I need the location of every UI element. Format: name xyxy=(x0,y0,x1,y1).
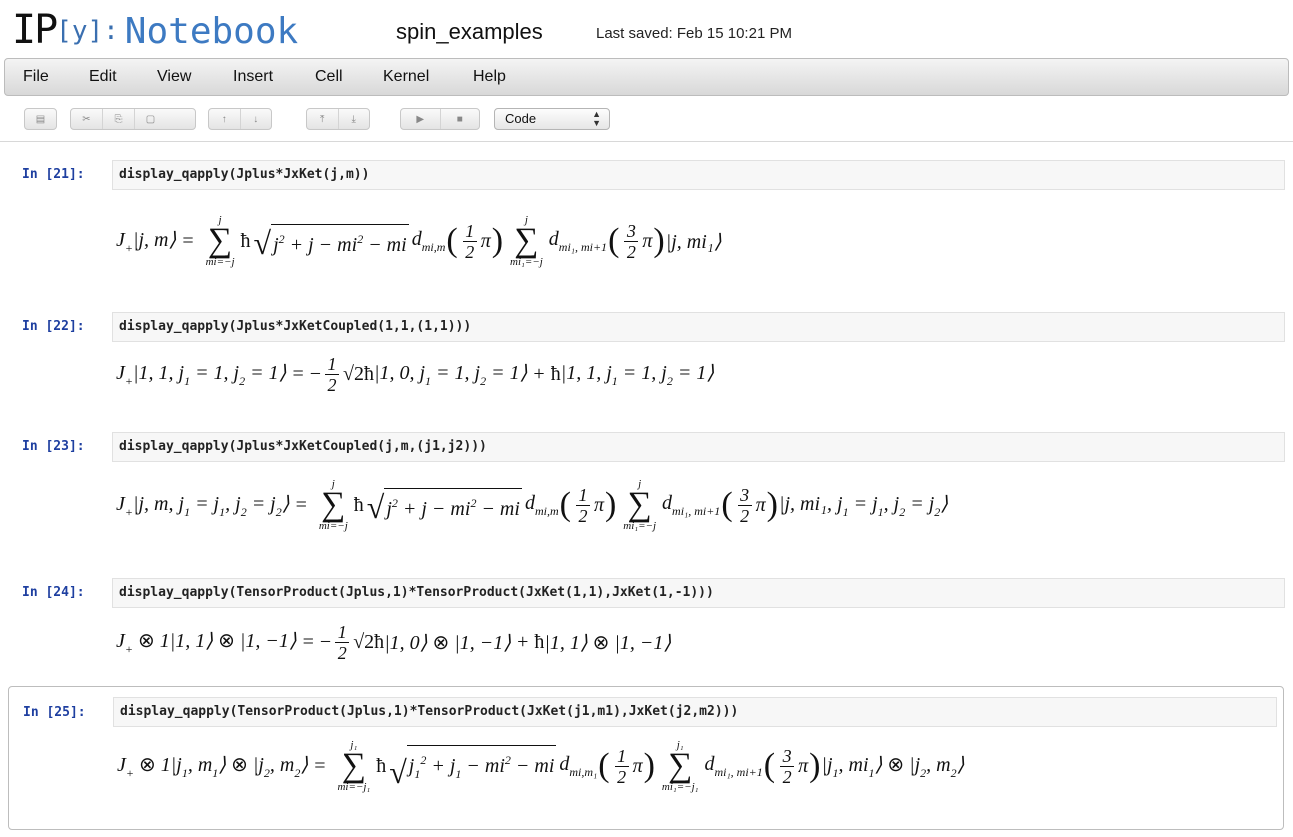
header-divider xyxy=(0,141,1293,142)
code-cell[interactable]: In [22]: display_qapply(Jplus*JxKetCoupl… xyxy=(0,308,1293,428)
updown-arrows-icon: ▲ ▼ xyxy=(592,109,601,128)
notebook-name[interactable]: spin_examples xyxy=(396,19,543,45)
move-down-icon[interactable]: ↓ xyxy=(241,109,272,129)
move-up-icon[interactable]: ↑ xyxy=(209,109,241,129)
cell-code: display_qapply(TensorProduct(Jplus,1)*Te… xyxy=(119,585,714,600)
menu-view[interactable]: View xyxy=(157,68,191,86)
cell-prompt: In [22]: xyxy=(22,319,85,334)
cell-prompt: In [23]: xyxy=(22,439,85,454)
logo-y: [y]: xyxy=(56,16,119,46)
cell-type-select[interactable]: Code ▲ ▼ xyxy=(494,108,610,130)
cell-output: J+|1, 1, j1 = 1, j2 = 1⟩ = − 12 √2ħ |1, … xyxy=(116,354,715,395)
cell-code: display_qapply(Jplus*JxKet(j,m)) xyxy=(119,167,370,182)
cell-output: J+ ⊗ 1|1, 1⟩ ⊗ |1, −1⟩ = − 12 √2ħ |1, 0⟩… xyxy=(116,622,672,663)
run-icon[interactable]: ▶ xyxy=(401,109,441,129)
ipython-logo[interactable]: IP[y]: Notebook xyxy=(12,8,298,54)
toolbar: ▤ ✂ ⎘ ▢ ↑ ↓ ⤒ ⤓ ▶ ■ xyxy=(0,100,1293,140)
notebook-header: IP[y]: Notebook spin_examples Last saved:… xyxy=(0,0,1293,58)
menu-cell[interactable]: Cell xyxy=(315,68,343,86)
cut-icon[interactable]: ✂ xyxy=(71,109,103,129)
cell-input[interactable]: display_qapply(Jplus*JxKetCoupled(j,m,(j… xyxy=(112,432,1285,462)
logo-ip: IP xyxy=(12,7,58,53)
cell-output: J+|j, m⟩ = j ∑ mi=−j ħ √ j2 + j − mi2 − mi … xyxy=(116,214,722,268)
toolbar-group-save: ▤ xyxy=(24,108,57,130)
save-icon[interactable]: ▤ xyxy=(25,109,56,129)
menu-file[interactable]: File xyxy=(23,68,49,86)
cell-output: J+|j, m, j1 = j1, j2 = j2⟩ = j ∑ mi=−j ħ √… xyxy=(116,478,949,532)
logo-notebook: Notebook xyxy=(124,11,299,52)
cell-type-value: Code xyxy=(505,111,537,126)
menu-insert[interactable]: Insert xyxy=(233,68,273,86)
code-cell[interactable]: In [21]: display_qapply(Jplus*JxKet(j,m)… xyxy=(0,156,1293,298)
cell-prompt: In [25]: xyxy=(23,705,86,720)
paste-icon[interactable]: ▢ xyxy=(135,109,166,129)
toolbar-group-run: ▶ ■ xyxy=(400,108,480,130)
cell-code: display_qapply(Jplus*JxKetCoupled(1,1,(1… xyxy=(119,319,472,334)
menu-help[interactable]: Help xyxy=(473,68,506,86)
menu-kernel[interactable]: Kernel xyxy=(383,68,429,86)
stop-icon[interactable]: ■ xyxy=(441,109,480,129)
code-cell-selected[interactable]: In [25]: display_qapply(TensorProduct(Jp… xyxy=(8,686,1284,830)
cell-input[interactable]: display_qapply(TensorProduct(Jplus,1)*Te… xyxy=(112,578,1285,608)
cell-code: display_qapply(Jplus*JxKetCoupled(j,m,(j… xyxy=(119,439,487,454)
cell-prompt: In [24]: xyxy=(22,585,85,600)
cell-prompt: In [21]: xyxy=(22,167,85,182)
toolbar-group-move: ↑ ↓ xyxy=(208,108,272,130)
insert-below-icon[interactable]: ⤓ xyxy=(339,109,370,129)
insert-above-icon[interactable]: ⤒ xyxy=(307,109,339,129)
cell-input[interactable]: display_qapply(Jplus*JxKet(j,m)) xyxy=(112,160,1285,190)
copy-icon[interactable]: ⎘ xyxy=(103,109,135,129)
code-cell[interactable]: In [23]: display_qapply(Jplus*JxKetCoupl… xyxy=(0,428,1293,578)
toolbar-group-edit: ✂ ⎘ ▢ xyxy=(70,108,196,130)
cell-input[interactable]: display_qapply(Jplus*JxKetCoupled(1,1,(1… xyxy=(112,312,1285,342)
menubar: File Edit View Insert Cell Kernel Help xyxy=(4,58,1289,96)
last-saved-status: Last saved: Feb 15 10:21 PM xyxy=(596,25,792,42)
menu-edit[interactable]: Edit xyxy=(89,68,117,86)
cell-output: J+ ⊗ 1|j1, m1⟩ ⊗ |j2, m2⟩ = j₁ ∑ mi=−j₁ ħ … xyxy=(117,739,965,793)
toolbar-group-insert: ⤒ ⤓ xyxy=(306,108,370,130)
cell-input[interactable]: display_qapply(TensorProduct(Jplus,1)*Te… xyxy=(113,697,1277,727)
code-cell[interactable]: In [24]: display_qapply(TensorProduct(Jp… xyxy=(0,578,1293,682)
cell-code: display_qapply(TensorProduct(Jplus,1)*Te… xyxy=(120,704,739,719)
